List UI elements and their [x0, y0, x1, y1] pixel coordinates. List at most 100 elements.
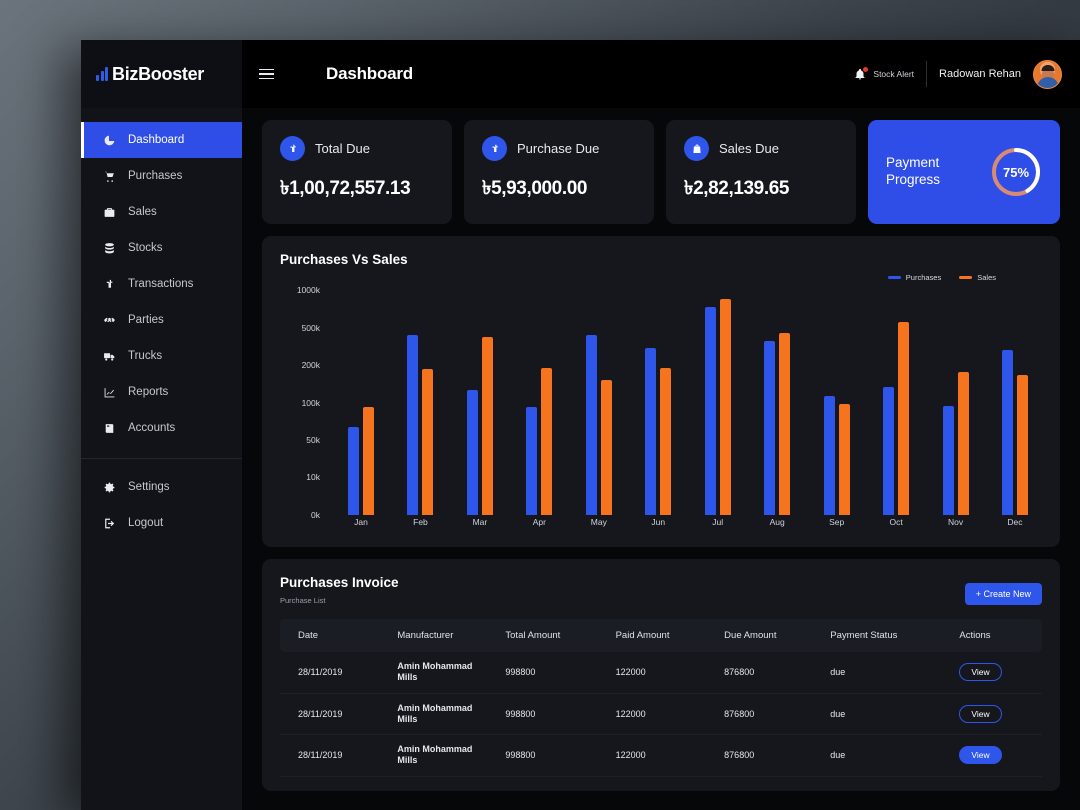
chart-legend: Purchases Sales: [280, 273, 1042, 282]
bar-sales-dec[interactable]: [1016, 375, 1028, 515]
chart-plot: 1000k 500k 200k 100k 50k 10k 0k Jan Feb Mar Apr Ma…: [280, 285, 1042, 533]
sidebar-item-label: Parties: [128, 314, 164, 326]
sidebar-item-stocks[interactable]: Stocks: [81, 230, 242, 266]
bar-sales-nov[interactable]: [957, 372, 969, 515]
bar-sales-jan[interactable]: [363, 407, 374, 515]
bar-purchases-nov[interactable]: [942, 406, 954, 515]
logout-icon: [102, 516, 116, 530]
bar-purchases-dec[interactable]: [1001, 350, 1013, 515]
cell-status: due: [822, 693, 952, 735]
table-row[interactable]: 28/11/2019 Amin Mohammad Mills 998800 12200…: [280, 693, 1042, 735]
bar-sales-jun[interactable]: [660, 368, 672, 515]
sidebar-item-logout[interactable]: Logout: [81, 505, 242, 541]
bar-purchases-apr[interactable]: [526, 407, 538, 515]
bar-group: [585, 290, 612, 515]
sidebar-item-purchases[interactable]: Purchases: [81, 158, 242, 194]
sidebar-item-label: Purchases: [128, 170, 183, 182]
bar-purchases-sep[interactable]: [823, 396, 835, 515]
cell-date: 28/11/2019: [280, 652, 390, 694]
sidebar-footer-nav: Settings Logout: [81, 469, 242, 541]
legend-label: Purchases: [905, 273, 942, 282]
stat-card-total-due[interactable]: Total Due ৳1,00,72,557.13: [262, 120, 452, 224]
y-tick-label: 100k: [301, 398, 320, 409]
stat-value: ৳5,93,000.00: [482, 178, 588, 199]
cell-total: 998800: [497, 652, 608, 694]
sidebar-item-label: Reports: [128, 386, 169, 398]
column-header: Actions: [951, 619, 1042, 652]
create-new-button[interactable]: + Create New: [964, 583, 1042, 605]
bar-purchases-jul[interactable]: [704, 307, 716, 515]
stat-head: Total Due: [280, 136, 436, 161]
bar-chart-logo-icon: [96, 67, 108, 81]
cell-status: due: [822, 652, 952, 694]
column-header: Paid Amount: [607, 619, 717, 652]
chart-title: Purchases Vs Sales: [280, 252, 408, 267]
avatar-hair: [1041, 65, 1054, 72]
bar-sales-aug[interactable]: [779, 333, 791, 515]
stat-value: ৳1,00,72,557.13: [280, 178, 411, 199]
column-header: Manufacturer: [389, 619, 498, 652]
sidebar-item-dashboard[interactable]: Dashboard: [81, 122, 242, 158]
bar-purchases-feb[interactable]: [407, 335, 419, 515]
column-header: Payment Status: [822, 619, 952, 652]
bar-group: [823, 290, 850, 515]
stat-card-sales-due[interactable]: Sales Due ৳2,82,139.65: [666, 120, 856, 224]
bar-sales-mar[interactable]: [481, 337, 493, 515]
bar-sales-jul[interactable]: [719, 299, 731, 515]
table-row[interactable]: 28/11/2019 Amin Mohammad Mills 998800 12200…: [280, 652, 1042, 694]
x-tick-label: Aug: [769, 517, 785, 527]
legend-item-sales[interactable]: Sales: [959, 273, 996, 282]
invoice-card: Purchases Invoice Purchase List + Create…: [262, 559, 1060, 791]
cell-manufacturer: Amin Mohammad Mills: [389, 734, 498, 777]
stat-card-purchase-due[interactable]: Purchase Due ৳5,93,000.00: [464, 120, 654, 224]
view-button[interactable]: View: [959, 746, 1002, 765]
sidebar-item-transactions[interactable]: Transactions: [81, 266, 242, 302]
bar-purchases-jan[interactable]: [348, 427, 359, 515]
x-tick-label: Feb: [413, 517, 428, 527]
brand-logo[interactable]: BizBooster: [81, 40, 242, 108]
sidebar-divider: [81, 458, 242, 459]
sidebar-item-reports[interactable]: Reports: [81, 374, 242, 410]
column-header: Total Amount: [497, 619, 608, 652]
cell-manufacturer: Amin Mohammad Mills: [389, 652, 498, 694]
sidebar-item-parties[interactable]: Parties: [81, 302, 242, 338]
bar-sales-feb[interactable]: [422, 369, 434, 515]
bar-purchases-jun[interactable]: [645, 348, 657, 515]
avatar[interactable]: [1033, 59, 1062, 89]
bar-purchases-may[interactable]: [585, 335, 597, 515]
topbar-divider: [926, 61, 928, 87]
sidebar-item-settings[interactable]: Settings: [81, 469, 242, 505]
y-tick-label: 1000k: [296, 285, 320, 295]
bar-sales-sep[interactable]: [838, 404, 850, 515]
bar-group: [407, 290, 434, 515]
stock-alert-label: Stock Alert: [873, 69, 915, 79]
cell-actions: View: [951, 652, 1042, 694]
cell-status: due: [822, 734, 952, 777]
sidebar-item-accounts[interactable]: Accounts: [81, 410, 242, 446]
bar-purchases-aug[interactable]: [764, 341, 776, 515]
stock-alert-button[interactable]: Stock Alert: [854, 66, 915, 81]
table-row[interactable]: 28/11/2019 Amin Mohammad Mills 998800 12200…: [280, 734, 1042, 777]
sidebar-item-sales[interactable]: Sales: [81, 194, 242, 230]
hamburger-icon[interactable]: [256, 66, 277, 83]
bar-purchases-mar[interactable]: [466, 390, 478, 515]
alert-badge: [863, 66, 869, 72]
bar-purchases-oct[interactable]: [883, 387, 895, 515]
main-area: Dashboard Stock Alert Radowan Rehan Tota…: [242, 40, 1080, 810]
bar-sales-apr[interactable]: [541, 368, 553, 515]
pp-line1: Payment: [886, 155, 940, 171]
bar-sales-oct[interactable]: [898, 322, 910, 515]
stat-cards: Total Due ৳1,00,72,557.13 Purchase Due ৳5,9…: [262, 120, 1060, 224]
cell-total: 998800: [497, 693, 608, 735]
bar-group: [526, 290, 553, 515]
table-head: Date Manufacturer Total Amount Paid Amount D…: [280, 619, 1042, 652]
bag-icon: [684, 136, 709, 161]
view-button[interactable]: View: [959, 704, 1002, 723]
bar-sales-may[interactable]: [600, 380, 612, 515]
x-tick-label: May: [590, 517, 607, 527]
payment-progress-card[interactable]: Payment Progress 75%: [868, 120, 1060, 224]
view-button[interactable]: View: [959, 663, 1002, 682]
sidebar-item-trucks[interactable]: Trucks: [81, 338, 242, 374]
sidebar-item-label: Trucks: [128, 350, 163, 362]
legend-item-purchases[interactable]: Purchases: [887, 273, 942, 282]
